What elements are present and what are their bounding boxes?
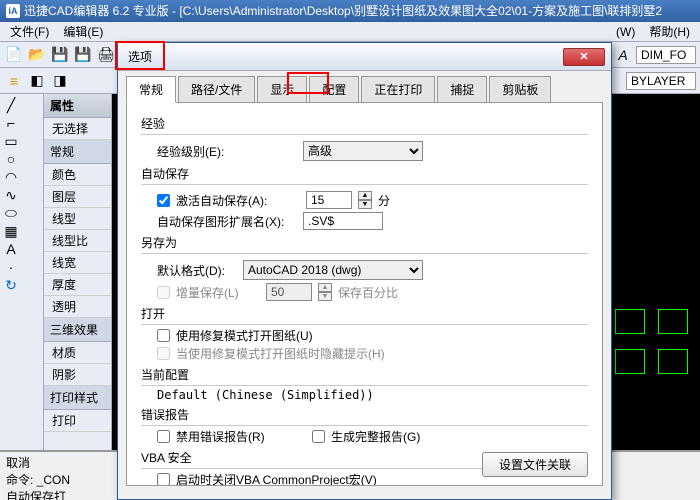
default-fmt-select[interactable]: AutoCAD 2018 (dwg) <box>243 260 423 280</box>
autosave-label: 激活自动保存(A): <box>176 192 300 209</box>
incremental-save-label: 增量保存(L) <box>176 284 260 301</box>
autosave-minutes-input[interactable] <box>306 191 352 209</box>
drawing-block <box>658 309 688 334</box>
color-bylayer-box[interactable]: BYLAYER <box>626 72 696 90</box>
tab-general[interactable]: 常规 <box>126 76 176 103</box>
saveall-icon[interactable]: 💾 <box>73 45 93 65</box>
drawing-block <box>615 309 645 334</box>
dialog-tabs: 常规 路径/文件 显示 配置 正在打印 捕捉 剪贴板 <box>118 71 611 102</box>
tab-display[interactable]: 显示 <box>257 76 307 103</box>
ellipse-tool-icon[interactable]: ⬭ <box>2 204 20 222</box>
print-icon[interactable]: 🖨 <box>96 45 116 65</box>
group-autosave-label: 自动保存 <box>141 165 588 182</box>
autosave-ext-label: 自动保存图形扩展名(X): <box>157 213 297 230</box>
incremental-spinner: ▲▼ <box>318 283 332 301</box>
close-button[interactable]: ✕ <box>563 48 605 66</box>
text-tool-icon[interactable]: A <box>2 240 20 258</box>
prop-linetype[interactable]: 线型 <box>44 208 111 230</box>
exp-level-label: 经验级别(E): <box>157 143 297 160</box>
prop-group-plot: 打印样式 <box>44 386 111 410</box>
dialog-body: 经验 经验级别(E): 高级 自动保存 激活自动保存(A): ▲▼ 分 自动保存… <box>126 102 603 486</box>
point-tool-icon[interactable]: · <box>2 258 20 276</box>
vba-disable-checkbox[interactable] <box>157 473 170 486</box>
menubar: 文件(F) 编辑(E) (W) 帮助(H) <box>0 22 700 42</box>
autosave-spinner[interactable]: ▲▼ <box>358 191 372 209</box>
autosave-ext-input[interactable] <box>303 212 383 230</box>
incremental-save-checkbox <box>157 286 170 299</box>
current-config-value: Default (Chinese (Simplified)) <box>157 388 588 402</box>
hide-repair-prompt-checkbox <box>157 347 170 360</box>
hatch-tool-icon[interactable]: ▦ <box>2 222 20 240</box>
line-tool-icon[interactable]: ╱ <box>2 96 20 114</box>
group-saveas-label: 另存为 <box>141 234 588 251</box>
vba-disable-label: 启动时关闭VBA CommonProject宏(V) <box>176 471 377 486</box>
app-icon: iA <box>6 4 20 18</box>
spline-tool-icon[interactable]: ∿ <box>2 186 20 204</box>
circle-tool-icon[interactable]: ○ <box>2 150 20 168</box>
incremental-unit: 保存百分比 <box>338 284 398 301</box>
prop-lineweight[interactable]: 线宽 <box>44 252 111 274</box>
refresh-tool-icon[interactable]: ↻ <box>2 276 20 294</box>
tab-snap[interactable]: 捕捉 <box>437 76 487 103</box>
properties-header: 属性 <box>44 94 111 118</box>
default-fmt-label: 默认格式(D): <box>157 262 237 279</box>
dim-style-box[interactable]: DIM_FO <box>636 46 696 64</box>
layer-state-icon[interactable]: ◧ <box>27 71 47 91</box>
selection-label[interactable]: 无选择 <box>44 118 111 140</box>
prop-shadow[interactable]: 阴影 <box>44 364 111 386</box>
full-report-label: 生成完整报告(G) <box>331 428 420 445</box>
prop-ltscale[interactable]: 线型比 <box>44 230 111 252</box>
disable-error-report-label: 禁用错误报告(R) <box>176 428 306 445</box>
menu-help[interactable]: 帮助(H) <box>643 21 696 42</box>
menu-edit[interactable]: 编辑(E) <box>57 21 109 42</box>
left-tool-palette: ╱ ⌐ ▭ ○ ◠ ∿ ⬭ ▦ A · ↻ <box>0 94 44 450</box>
save-icon[interactable]: 💾 <box>50 45 70 65</box>
prop-thickness[interactable]: 厚度 <box>44 274 111 296</box>
prop-group-general: 常规 <box>44 140 111 164</box>
autosave-checkbox[interactable] <box>157 194 170 207</box>
group-experience-label: 经验 <box>141 115 588 132</box>
arc-tool-icon[interactable]: ◠ <box>2 168 20 186</box>
group-open-label: 打开 <box>141 305 588 322</box>
dialog-titlebar[interactable]: 选项 ✕ <box>118 43 611 71</box>
options-dialog: 选项 ✕ 常规 路径/文件 显示 配置 正在打印 捕捉 剪贴板 经验 经验级别(… <box>117 42 612 500</box>
layer-iso-icon[interactable]: ◨ <box>50 71 70 91</box>
new-icon[interactable]: 📄 <box>4 45 24 65</box>
disable-error-report-checkbox[interactable] <box>157 430 170 443</box>
tab-clipboard[interactable]: 剪贴板 <box>489 76 551 103</box>
exp-level-select[interactable]: 高级 <box>303 141 423 161</box>
repair-open-checkbox[interactable] <box>157 329 170 342</box>
autosave-unit: 分 <box>378 192 390 209</box>
file-assoc-button[interactable]: 设置文件关联 <box>482 452 588 477</box>
menu-window-suffix[interactable]: (W) <box>610 23 641 41</box>
group-curcfg-label: 当前配置 <box>141 366 588 383</box>
tab-config[interactable]: 配置 <box>309 76 359 103</box>
tab-printing[interactable]: 正在打印 <box>361 76 435 103</box>
polyline-tool-icon[interactable]: ⌐ <box>2 114 20 132</box>
incremental-percent-input <box>266 283 312 301</box>
rect-tool-icon[interactable]: ▭ <box>2 132 20 150</box>
prop-plotstyle[interactable]: 打印 <box>44 410 111 432</box>
layer-icon[interactable]: ≡ <box>4 71 24 91</box>
font-italic-icon[interactable]: A <box>613 45 633 65</box>
prop-transparency[interactable]: 透明 <box>44 296 111 318</box>
prop-group-3d: 三维效果 <box>44 318 111 342</box>
prop-color[interactable]: 颜色 <box>44 164 111 186</box>
properties-panel: 属性 无选择 常规 颜色 图层 线型 线型比 线宽 厚度 透明 三维效果 材质 … <box>44 94 112 450</box>
menu-file[interactable]: 文件(F) <box>4 21 55 42</box>
drawing-block <box>615 349 645 374</box>
repair-open-label: 使用修复模式打开图纸(U) <box>176 327 313 344</box>
app-title: 迅捷CAD编辑器 6.2 专业版 - [C:\Users\Administrat… <box>24 0 662 22</box>
drawing-block <box>658 349 688 374</box>
hide-repair-prompt-label: 当使用修复模式打开图纸时隐藏提示(H) <box>176 345 385 362</box>
app-titlebar: iA 迅捷CAD编辑器 6.2 专业版 - [C:\Users\Administ… <box>0 0 700 22</box>
prop-material[interactable]: 材质 <box>44 342 111 364</box>
group-error-label: 错误报告 <box>141 406 588 423</box>
open-icon[interactable]: 📂 <box>27 45 47 65</box>
prop-layer[interactable]: 图层 <box>44 186 111 208</box>
tab-paths[interactable]: 路径/文件 <box>178 76 255 103</box>
dialog-title: 选项 <box>124 48 563 65</box>
full-report-checkbox[interactable] <box>312 430 325 443</box>
